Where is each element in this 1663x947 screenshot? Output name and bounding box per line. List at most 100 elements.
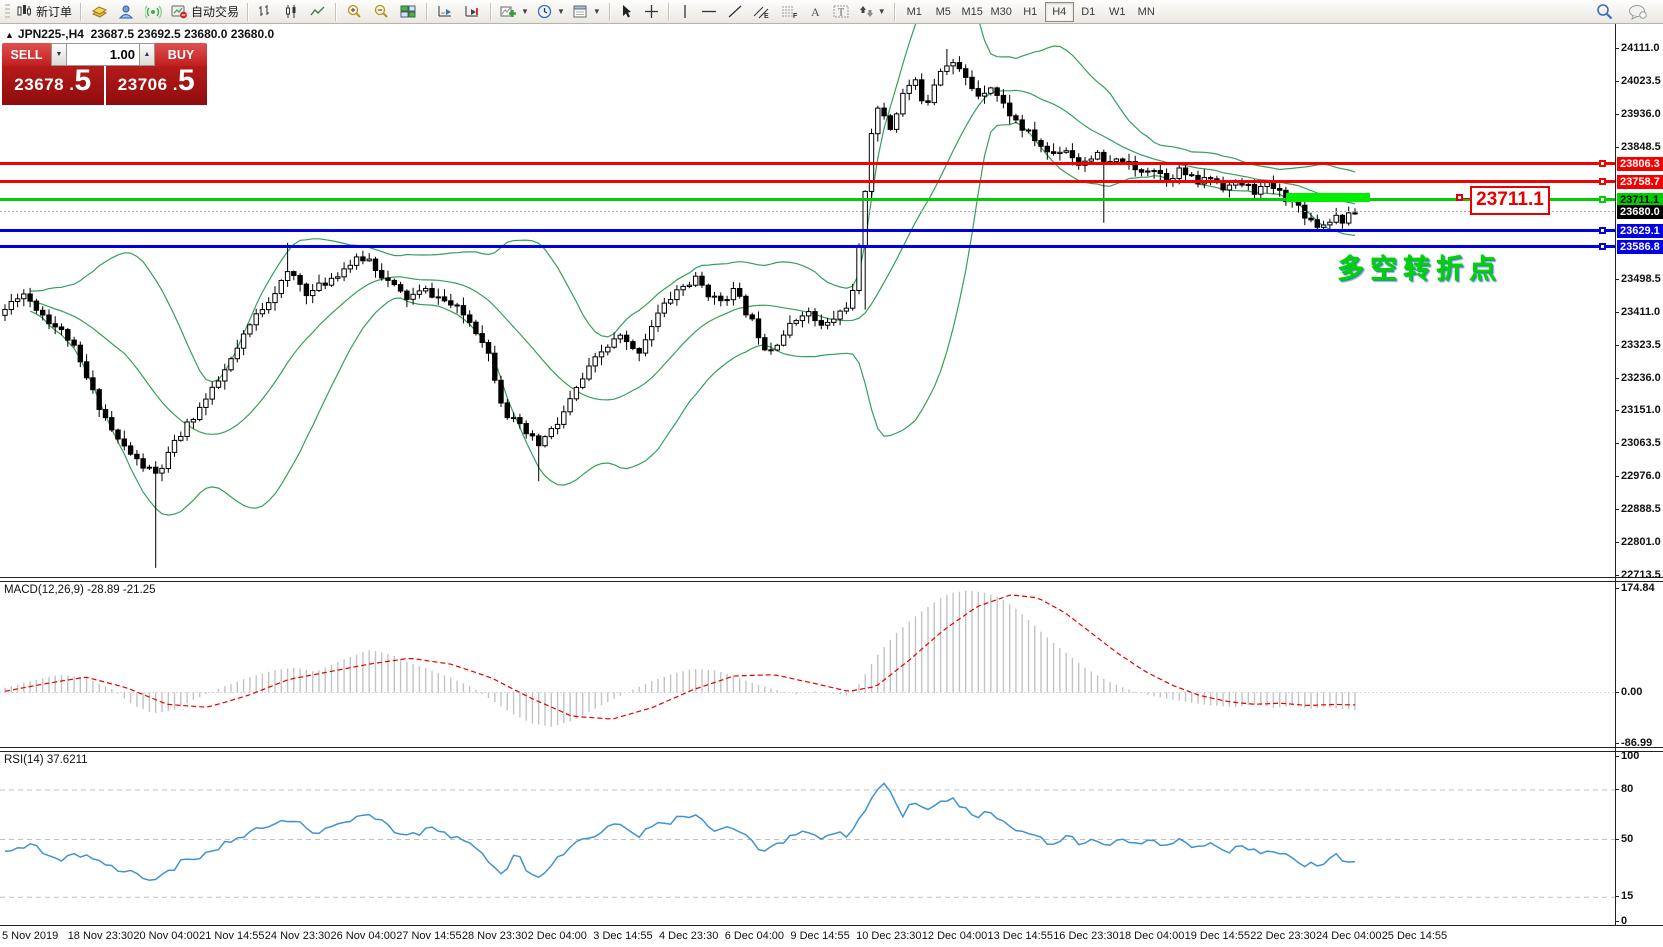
community-button[interactable] [113,1,140,23]
horizontal-line-object[interactable] [0,198,1615,201]
panel-divider[interactable] [0,577,1663,578]
rsi-tick-label: 100 [1621,750,1639,762]
zoom-out-button[interactable] [368,1,395,23]
horizontal-line-object[interactable] [0,229,1615,232]
candle-down [530,434,534,436]
buy-price-big-digit: 5 [178,66,195,96]
candle-up [982,93,986,96]
date-tick-label: 12 Dec 04:00 [922,930,987,942]
collapse-trade-panel-icon[interactable]: ▲ [5,30,14,40]
price-tag-label[interactable]: 23711.1 [1470,186,1550,215]
price-tag-handle[interactable] [1456,194,1463,201]
macd-label: MACD(12,26,9) -28.89 -21.25 [4,584,156,596]
volume-up-button[interactable]: ▲ [139,43,155,66]
equidistant-channel-button[interactable]: E [748,1,776,23]
candle-down [66,330,70,341]
auto-scroll-button[interactable] [432,1,459,23]
candle-down [361,257,365,261]
signals-button[interactable] [140,1,167,23]
tile-windows-button[interactable] [395,1,422,23]
candle-down [1001,95,1005,103]
price-tick-label: 22976.0 [1621,470,1661,482]
highlight-rectangle-object[interactable] [1286,193,1370,202]
candle-down [970,77,974,88]
candle-up [191,420,195,423]
vertical-line-button[interactable] [674,1,696,23]
fibonacci-button[interactable]: F [776,1,804,23]
timeframe-button-m30[interactable]: M30 [987,2,1016,22]
price-tick-label: 22801.0 [1621,536,1661,548]
wallet-button[interactable] [86,1,113,23]
timeframe-button-mn[interactable]: MN [1132,2,1161,22]
chart-note-text[interactable]: 多空转折点 [1337,247,1502,286]
line-chart-button[interactable] [305,1,331,23]
horizontal-line-button[interactable] [696,1,722,23]
sell-price[interactable]: 23678 .5 [2,66,104,105]
candle-up [1095,152,1099,159]
cursor-icon [620,4,634,19]
candle-down [637,349,641,354]
zoom-in-button[interactable] [341,1,368,23]
fibonacci-icon: F [781,4,799,19]
new-order-button[interactable]: 新订单 [13,1,76,23]
svg-text:F: F [793,13,798,19]
candle-down [1102,152,1106,162]
equidistant-channel-icon: E [753,4,771,19]
hline-endpoint-handle[interactable] [1599,178,1606,185]
volume-input[interactable]: 1.00 [67,43,139,66]
bar-chart-button[interactable] [253,1,279,23]
text-button[interactable]: A [804,1,828,23]
candle-down [819,321,823,326]
chat-button[interactable] [1623,1,1653,23]
timeframe-button-w1[interactable]: W1 [1103,2,1132,22]
search-button[interactable] [1591,1,1619,23]
candle-up [555,424,559,428]
candle-down [1190,175,1194,176]
buy-price[interactable]: 23706 .5 [106,66,208,105]
volume-down-button[interactable]: ▼ [51,43,67,66]
candle-down [756,319,760,338]
macd-tick-label: -86.99 [1621,737,1652,749]
candlestick-chart-button[interactable] [279,1,305,23]
timeframe-button-m1[interactable]: M1 [900,2,929,22]
date-tick-label: 21 Nov 14:55 [199,930,264,942]
horizontal-line-object[interactable] [0,162,1615,165]
timeframe-button-d1[interactable]: D1 [1074,2,1103,22]
sell-button[interactable]: SELL [2,43,51,66]
timeframe-button-m15[interactable]: M15 [958,2,987,22]
candle-down [1208,178,1212,179]
panel-divider [0,581,1663,582]
candle-down [1139,170,1143,173]
candle-down [461,306,465,315]
candle-up [436,297,440,298]
buy-button[interactable]: BUY [155,43,207,66]
trendline-button[interactable] [722,1,748,23]
price-tick-label: 23063.5 [1621,437,1661,449]
autotrading-button[interactable]: 自动交易 [167,1,243,23]
templates-button[interactable]: ▼ [569,1,605,23]
toolbar-grip[interactable] [5,4,10,20]
candle-down [28,294,32,301]
indicators-button[interactable]: ▼ [496,1,533,23]
cursor-button[interactable] [615,1,639,23]
chart-shift-button[interactable] [459,1,486,23]
candle-down [47,315,51,324]
crosshair-button[interactable] [639,1,664,23]
hline-endpoint-handle[interactable] [1599,160,1606,167]
candle-down [78,345,82,362]
hline-endpoint-handle[interactable] [1599,243,1606,250]
timeframe-button-m5[interactable]: M5 [929,2,958,22]
timeframe-button-h4[interactable]: H4 [1045,2,1074,22]
candle-up [1321,225,1325,227]
candle-up [417,291,421,294]
hline-endpoint-handle[interactable] [1599,227,1606,234]
arrows-button[interactable]: ▼ [855,1,890,23]
periods-button[interactable]: ▼ [533,1,569,23]
timeframe-button-h1[interactable]: H1 [1016,2,1045,22]
hline-endpoint-handle[interactable] [1599,196,1606,203]
text-label-button[interactable]: T [828,1,855,23]
horizontal-line-object[interactable] [0,180,1615,183]
panel-divider[interactable] [0,747,1663,748]
candle-up [687,285,691,286]
candle-up [216,381,220,387]
